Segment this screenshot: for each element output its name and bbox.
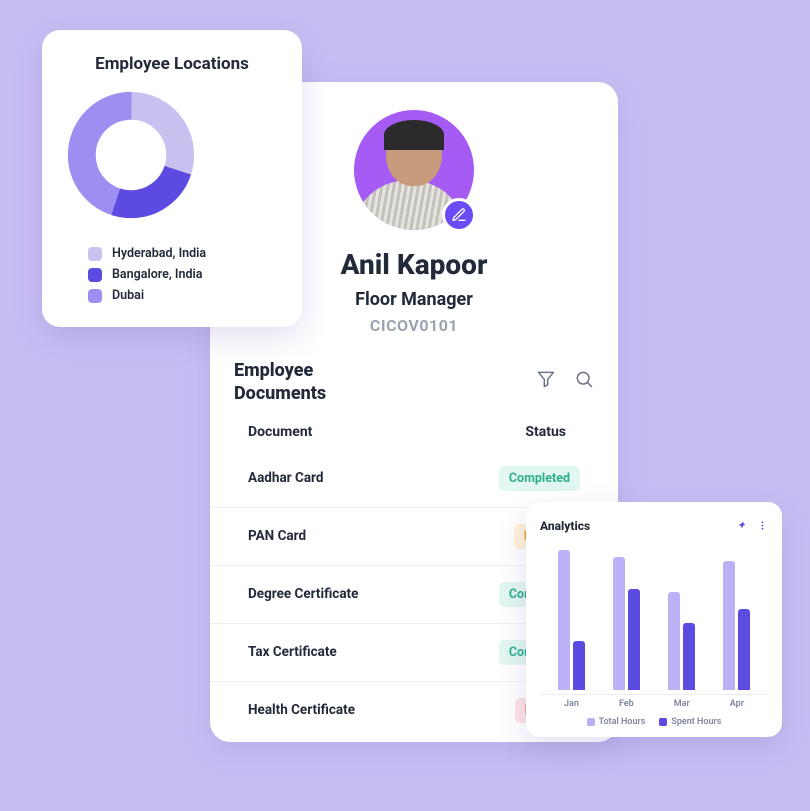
legend-label: Hyderabad, India bbox=[112, 246, 206, 261]
bar bbox=[613, 557, 625, 690]
legend-spent: Spent Hours bbox=[671, 717, 721, 727]
analytics-title: Analytics bbox=[540, 519, 590, 533]
document-name: PAN Card bbox=[248, 528, 306, 544]
filter-button[interactable] bbox=[536, 369, 556, 393]
legend-item: Hyderabad, India bbox=[88, 246, 278, 261]
bar bbox=[573, 641, 585, 690]
document-name: Health Certificate bbox=[248, 702, 355, 718]
bar-group bbox=[555, 550, 589, 690]
legend-item: Dubai bbox=[88, 288, 278, 303]
x-label: Apr bbox=[730, 699, 744, 709]
bar bbox=[668, 592, 680, 690]
legend-total: Total Hours bbox=[599, 717, 646, 727]
document-name: Aadhar Card bbox=[248, 470, 323, 486]
analytics-card: Analytics Jan Feb Mar Apr Total Hours Spent… bbox=[526, 502, 782, 737]
bar bbox=[683, 623, 695, 690]
column-status: Status bbox=[525, 424, 566, 440]
search-button[interactable] bbox=[574, 369, 594, 393]
employee-locations-card: Employee Locations Hyderabad, India Bang… bbox=[42, 30, 302, 327]
bar-group bbox=[610, 557, 644, 690]
legend-swatch bbox=[88, 268, 102, 282]
more-vertical-icon bbox=[757, 520, 768, 531]
x-label: Mar bbox=[674, 699, 690, 709]
documents-header: Employee Documents bbox=[210, 335, 618, 414]
documents-title: Employee Documents bbox=[234, 359, 394, 406]
document-name: Tax Certificate bbox=[248, 644, 337, 660]
bar bbox=[558, 550, 570, 690]
pencil-icon bbox=[451, 207, 467, 223]
legend-item: Bangalore, India bbox=[88, 267, 278, 282]
search-icon bbox=[574, 369, 594, 389]
legend-label: Dubai bbox=[112, 288, 144, 303]
pin-button[interactable] bbox=[736, 516, 747, 535]
legend-label: Bangalore, India bbox=[112, 267, 203, 282]
more-button[interactable] bbox=[757, 516, 768, 535]
analytics-x-labels: Jan Feb Mar Apr bbox=[540, 695, 768, 717]
filter-icon bbox=[536, 369, 556, 389]
column-document: Document bbox=[248, 424, 312, 440]
x-label: Feb bbox=[619, 699, 634, 709]
document-name: Degree Certificate bbox=[248, 586, 358, 602]
locations-donut-chart bbox=[66, 90, 196, 220]
legend-swatch bbox=[88, 247, 102, 261]
locations-title: Employee Locations bbox=[66, 54, 278, 74]
table-row[interactable]: Aadhar Card Completed bbox=[210, 450, 618, 508]
edit-avatar-button[interactable] bbox=[442, 198, 476, 232]
status-badge: Completed bbox=[499, 466, 580, 491]
bar-group bbox=[665, 592, 699, 690]
analytics-legend: Total Hours Spent Hours bbox=[540, 717, 768, 727]
pin-icon bbox=[736, 520, 747, 531]
legend-swatch bbox=[88, 289, 102, 303]
bar bbox=[628, 589, 640, 690]
analytics-bar-chart bbox=[540, 545, 768, 695]
bar-group bbox=[720, 561, 754, 690]
avatar bbox=[354, 110, 474, 230]
documents-table-head: Document Status bbox=[210, 414, 618, 450]
bar bbox=[723, 561, 735, 690]
bar bbox=[738, 609, 750, 690]
x-label: Jan bbox=[564, 699, 579, 709]
